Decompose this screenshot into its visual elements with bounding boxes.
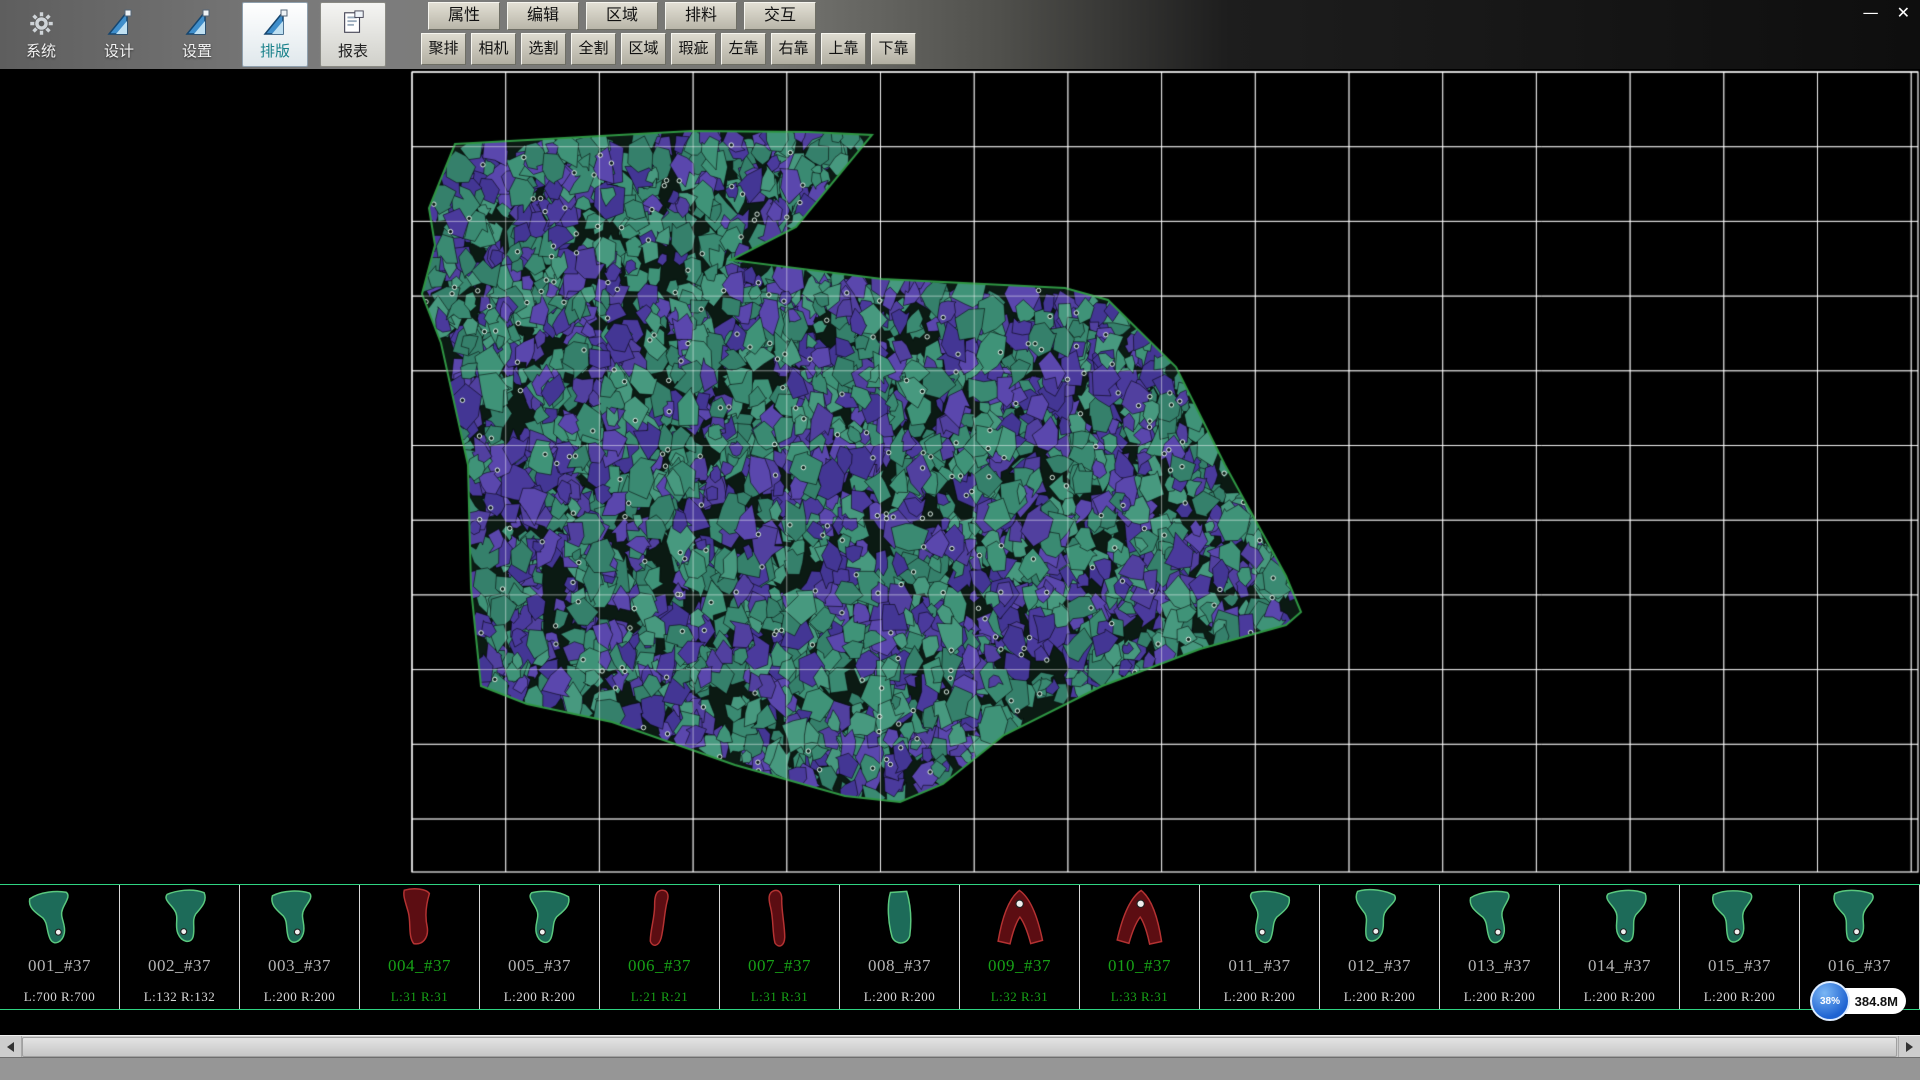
piece-cell[interactable]: 004_#37 L:31 R:31 xyxy=(360,885,480,1009)
ribbon-tool-6[interactable]: 左靠 xyxy=(721,33,766,65)
window-controls: — ✕ xyxy=(1863,4,1910,22)
piece-thumb xyxy=(1692,886,1788,960)
progress-percent: 38% xyxy=(1820,996,1840,1007)
scroll-left-icon xyxy=(7,1042,14,1052)
horizontal-scrollbar[interactable] xyxy=(0,1035,1920,1057)
ribbon-tab-2[interactable]: 区域 xyxy=(586,2,658,30)
ribbon-main-buttons: 系统 设计 设置 排版 xyxy=(8,2,386,67)
ribbon-button-design[interactable]: 设计 xyxy=(86,2,152,67)
ribbon-menu-area: 属性编辑区域排料交互 聚排相机选割全割区域瑕疵左靠右靠上靠下靠 xyxy=(421,0,916,65)
piece-lr-counts: L:200 R:200 xyxy=(1704,989,1776,1009)
piece-lr-counts: L:31 R:31 xyxy=(751,989,809,1009)
minimize-button[interactable]: — xyxy=(1863,4,1879,22)
piece-lr-counts: L:200 R:200 xyxy=(864,989,936,1009)
piece-lr-counts: L:200 R:200 xyxy=(1464,989,1536,1009)
piece-thumb xyxy=(7,885,112,966)
ribbon-tabs-row: 属性编辑区域排料交互 xyxy=(428,2,916,30)
piece-lr-counts: L:200 R:200 xyxy=(1224,989,1296,1009)
ribbon-tab-4[interactable]: 交互 xyxy=(744,2,816,30)
piece-cell[interactable]: 010_#37 L:33 R:31 xyxy=(1080,885,1200,1009)
piece-thumb xyxy=(128,885,230,964)
piece-thumb xyxy=(1090,885,1189,962)
piece-thumb xyxy=(1810,885,1910,962)
gear-icon xyxy=(26,8,56,38)
ribbon-tool-7[interactable]: 右靠 xyxy=(771,33,816,65)
piece-cell[interactable]: 005_#37 L:200 R:200 xyxy=(480,885,600,1009)
ribbon-tool-1[interactable]: 相机 xyxy=(471,33,516,65)
ribbon-button-system[interactable]: 系统 xyxy=(8,2,74,67)
design-icon xyxy=(104,8,134,38)
piece-lr-counts: L:200 R:200 xyxy=(264,989,336,1009)
piece-lr-counts: L:32 R:31 xyxy=(991,989,1049,1009)
scroll-right-button[interactable] xyxy=(1898,1036,1920,1058)
piece-thumb xyxy=(489,885,590,963)
piece-thumb xyxy=(971,885,1068,961)
ribbon-button-label: 排版 xyxy=(260,40,290,61)
ribbon-tool-2[interactable]: 选割 xyxy=(521,33,566,65)
ribbon-button-report[interactable]: 报表 xyxy=(320,2,386,67)
piece-cell[interactable]: 011_#37 L:200 R:200 xyxy=(1200,885,1320,1009)
piece-cell[interactable]: 006_#37 L:21 R:21 xyxy=(600,885,720,1009)
ribbon-tools-row: 聚排相机选割全割区域瑕疵左靠右靠上靠下靠 xyxy=(421,33,916,65)
piece-cell[interactable]: 002_#37 L:132 R:132 xyxy=(120,885,240,1009)
ribbon-tab-0[interactable]: 属性 xyxy=(428,2,500,30)
piece-lr-counts: L:31 R:31 xyxy=(391,989,449,1009)
ribbon-tool-9[interactable]: 下靠 xyxy=(871,33,916,65)
close-button[interactable]: ✕ xyxy=(1897,4,1910,22)
piece-lr-counts: L:21 R:21 xyxy=(631,989,689,1009)
progress-circle[interactable]: 38% xyxy=(1810,981,1850,1021)
piece-cell[interactable]: 003_#37 L:200 R:200 xyxy=(240,885,360,1009)
piece-thumb xyxy=(371,885,468,961)
nesting-canvas-area xyxy=(0,70,1920,884)
piece-thumb xyxy=(250,885,349,962)
scroll-right-icon xyxy=(1906,1042,1913,1052)
piece-cell[interactable]: 001_#37 L:700 R:700 xyxy=(0,885,120,1009)
ribbon: 系统 设计 设置 排版 xyxy=(0,0,1920,70)
piece-lr-counts: L:200 R:200 xyxy=(504,989,576,1009)
layout-icon xyxy=(260,8,290,38)
piece-cell[interactable]: 014_#37 L:200 R:200 xyxy=(1560,885,1680,1009)
report-icon xyxy=(338,8,368,38)
piece-cell[interactable]: 008_#37 L:200 R:200 xyxy=(840,885,960,1009)
ribbon-tool-3[interactable]: 全割 xyxy=(571,33,616,65)
piece-cell[interactable]: 007_#37 L:31 R:31 xyxy=(720,885,840,1009)
piece-thumb xyxy=(607,885,711,966)
piece-cell[interactable]: 009_#37 L:32 R:31 xyxy=(960,885,1080,1009)
piece-thumb xyxy=(1448,885,1551,965)
piece-lr-counts: L:33 R:31 xyxy=(1111,989,1169,1009)
piece-strip: 001_#37 L:700 R:700 002_#37 L:132 R:132 … xyxy=(0,884,1920,1010)
piece-cell[interactable]: 013_#37 L:200 R:200 xyxy=(1440,885,1560,1009)
ribbon-tool-0[interactable]: 聚排 xyxy=(421,33,466,65)
piece-thumb xyxy=(849,885,950,963)
piece-lr-counts: L:200 R:200 xyxy=(1584,989,1656,1009)
ribbon-button-label: 设计 xyxy=(104,40,134,61)
piece-thumb xyxy=(1327,885,1432,966)
ribbon-tool-5[interactable]: 瑕疵 xyxy=(671,33,716,65)
ribbon-tool-8[interactable]: 上靠 xyxy=(821,33,866,65)
scroll-left-button[interactable] xyxy=(0,1036,22,1058)
scroll-thumb[interactable] xyxy=(22,1037,1897,1057)
settings-icon xyxy=(182,8,212,38)
piece-thumb xyxy=(1570,885,1670,962)
memory-label: 384.8M xyxy=(1855,994,1898,1009)
ribbon-button-label: 设置 xyxy=(182,40,212,61)
piece-cell[interactable]: 015_#37 L:200 R:200 xyxy=(1680,885,1800,1009)
ribbon-tab-3[interactable]: 排料 xyxy=(665,2,737,30)
piece-lr-counts: L:132 R:132 xyxy=(144,989,216,1009)
ribbon-button-label: 报表 xyxy=(338,40,368,61)
piece-thumb xyxy=(727,885,831,966)
app-window: 系统 设计 设置 排版 xyxy=(0,0,1920,1080)
piece-lr-counts: L:700 R:700 xyxy=(24,989,96,1009)
ribbon-tool-4[interactable]: 区域 xyxy=(621,33,666,65)
ribbon-button-settings[interactable]: 设置 xyxy=(164,2,230,67)
ribbon-button-label: 系统 xyxy=(26,40,56,61)
ribbon-tab-1[interactable]: 编辑 xyxy=(507,2,579,30)
ribbon-button-layout[interactable]: 排版 xyxy=(242,2,308,67)
nesting-canvas[interactable] xyxy=(0,70,1920,884)
piece-cell[interactable]: 012_#37 L:200 R:200 xyxy=(1320,885,1440,1009)
status-bar xyxy=(0,1057,1920,1080)
piece-lr-counts: L:200 R:200 xyxy=(1344,989,1416,1009)
piece-thumb xyxy=(1208,885,1310,964)
